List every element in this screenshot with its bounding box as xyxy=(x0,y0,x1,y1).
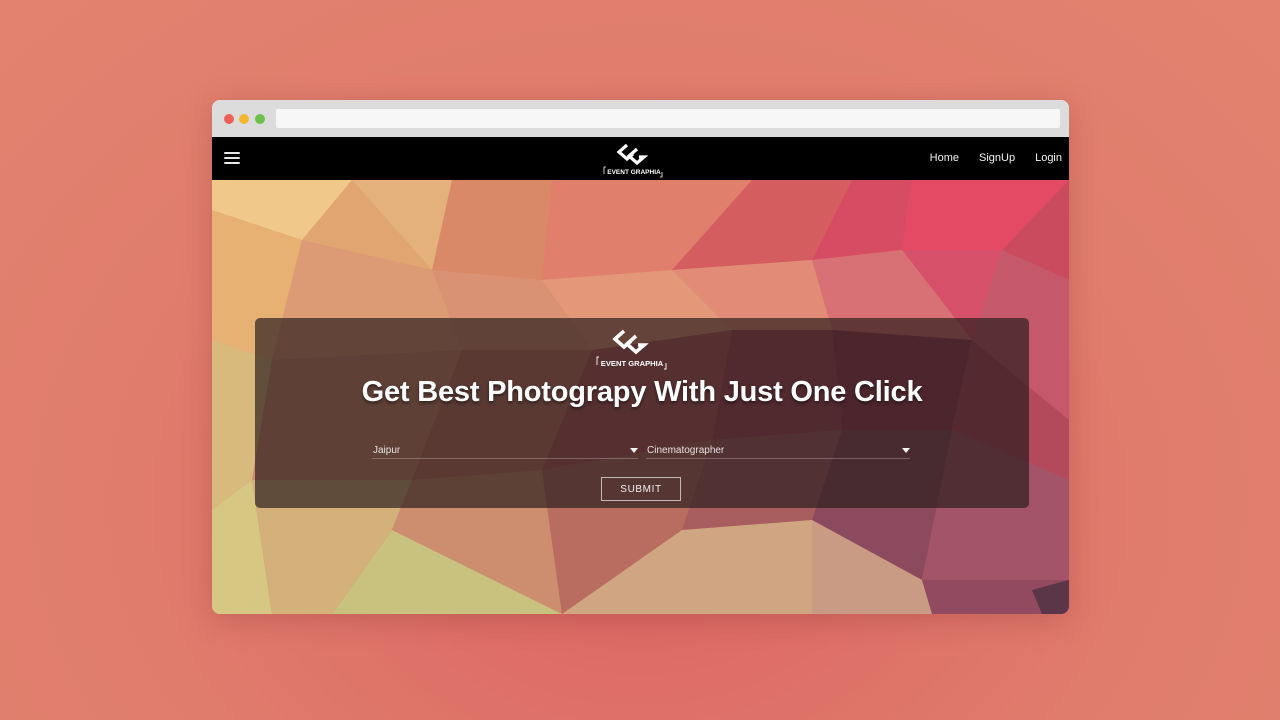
city-select-value: Jaipur xyxy=(373,445,401,456)
close-window-dot[interactable] xyxy=(224,114,234,124)
hero-logo-text: EVENT GRAPHIA xyxy=(601,359,664,368)
hero-logo: EVENT GRAPHIA xyxy=(596,329,667,370)
site-navbar: EVENT GRAPHIA Home SignUp Login xyxy=(212,137,1069,180)
nav-login-link[interactable]: Login xyxy=(1035,152,1062,164)
site-logo-text: EVENT GRAPHIA xyxy=(607,169,661,176)
browser-chrome xyxy=(212,100,1069,137)
minimize-window-dot[interactable] xyxy=(239,114,249,124)
chevron-down-icon xyxy=(630,448,638,453)
chevron-down-icon xyxy=(902,448,910,453)
hero-section: EVENT GRAPHIA Get Best Photograpy With J… xyxy=(212,180,1069,614)
maximize-window-dot[interactable] xyxy=(255,114,265,124)
submit-button[interactable]: SUBMIT xyxy=(601,477,681,501)
browser-window: EVENT GRAPHIA Home SignUp Login EVENT GR… xyxy=(212,100,1069,614)
menu-icon[interactable] xyxy=(224,152,240,165)
nav-links: Home SignUp Login xyxy=(930,152,1062,164)
site-logo[interactable]: EVENT GRAPHIA xyxy=(603,139,665,179)
service-select-value: Cinematographer xyxy=(647,445,725,456)
hero-headline: Get Best Photograpy With Just One Click xyxy=(361,376,923,408)
nav-home-link[interactable]: Home xyxy=(930,152,959,164)
search-panel: EVENT GRAPHIA Get Best Photograpy With J… xyxy=(255,318,1029,508)
city-select[interactable]: Jaipur xyxy=(372,443,638,459)
address-bar[interactable] xyxy=(276,109,1060,128)
service-select[interactable]: Cinematographer xyxy=(646,443,910,459)
nav-signup-link[interactable]: SignUp xyxy=(979,152,1015,164)
